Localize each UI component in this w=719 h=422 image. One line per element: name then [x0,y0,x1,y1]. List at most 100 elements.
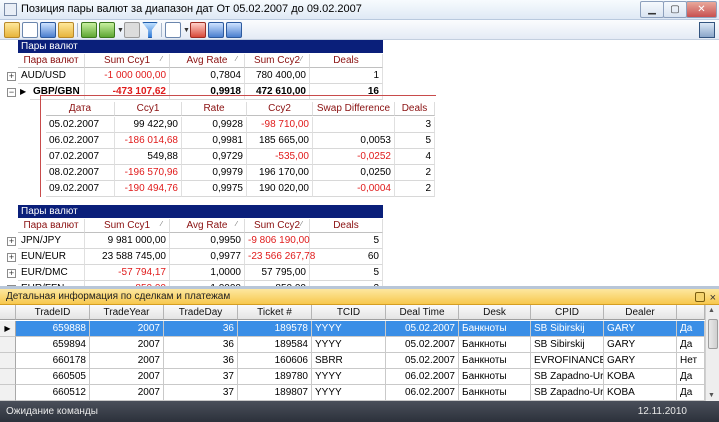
detail-column-header[interactable]: Дата [46,102,115,116]
detail-cell[interactable]: 0,0250 [313,165,395,181]
table-cell[interactable]: 5 [310,265,383,281]
trades-column-header[interactable] [677,305,705,320]
settings-icon[interactable] [226,22,242,38]
trades-cell[interactable]: 2007 [90,321,164,337]
table-cell[interactable]: 1,0000 [170,265,245,281]
open-folder-icon[interactable] [4,22,20,38]
trades-cell[interactable]: 36 [164,321,238,337]
cancel-icon[interactable] [124,22,140,38]
trades-cell[interactable]: 660512 [16,385,90,401]
trades-cell[interactable]: Да [677,369,705,385]
print-icon[interactable] [165,22,181,38]
detail-cell[interactable]: -0,0004 [313,181,395,197]
table-cell[interactable]: 9 981 000,00 [85,233,170,249]
detail-cell[interactable]: 99 422,90 [115,117,182,133]
table-cell[interactable]: EUR/DMC [18,265,85,281]
column-header[interactable]: Avg Rate [170,219,245,233]
table-cell[interactable]: 780 400,00 [245,68,310,84]
trades-cell[interactable]: SB Sibirskij [531,321,604,337]
trades-cell[interactable]: Банкноты [459,353,531,369]
trades-cell[interactable]: Нет [677,353,705,369]
column-header[interactable]: Sum Ccy1 [85,54,170,68]
trades-cell[interactable]: 06.02.2007 [386,385,459,401]
detail-cell[interactable]: 2 [395,165,435,181]
folder-icon[interactable] [58,22,74,38]
trades-cell[interactable]: Банкноты [459,369,531,385]
table-cell[interactable]: 0,7804 [170,68,245,84]
trades-column-header[interactable]: CPID [531,305,604,320]
table-cell[interactable]: GBP/GBN [30,84,85,100]
column-header[interactable]: Sum Ccy1 [85,219,170,233]
export-icon[interactable] [208,22,224,38]
trades-column-header[interactable]: TradeID [16,305,90,320]
detail-column-header[interactable]: Deals [395,102,435,116]
trades-cell[interactable]: GARY [604,353,677,369]
trades-column-header[interactable]: Dealer [604,305,677,320]
detail-cell[interactable]: -186 014,68 [115,133,182,149]
new-document-icon[interactable] [22,22,38,38]
detail-cell[interactable]: 06.02.2007 [46,133,115,149]
row-indicator[interactable] [0,353,16,369]
detail-cell[interactable]: -98 710,00 [247,117,313,133]
row-indicator[interactable]: ▶ [0,321,16,337]
trades-cell[interactable]: EVROFINANCE [531,353,604,369]
trades-cell[interactable]: 05.02.2007 [386,337,459,353]
trades-cell[interactable]: 05.02.2007 [386,321,459,337]
table-cell[interactable]: 0,9950 [170,233,245,249]
detail-cell[interactable]: 0,9981 [182,133,247,149]
trades-cell[interactable]: 37 [164,369,238,385]
detail-cell[interactable]: 2 [395,181,435,197]
trades-column-header[interactable]: TCID [312,305,386,320]
trades-cell[interactable]: 36 [164,337,238,353]
trades-cell[interactable]: 189780 [238,369,312,385]
detail-cell[interactable]: 5 [395,133,435,149]
detail-column-header[interactable]: Rate [182,102,247,116]
detail-cell[interactable] [313,117,395,133]
expand-icon[interactable]: + [7,269,16,278]
row-indicator[interactable] [0,337,16,353]
detail-cell[interactable]: 0,9975 [182,181,247,197]
detail-cell[interactable]: 4 [395,149,435,165]
detail-cell[interactable]: 0,0053 [313,133,395,149]
table-cell[interactable]: 23 588 745,00 [85,249,170,265]
trades-cell[interactable]: YYYY [312,321,386,337]
refresh-range-icon[interactable] [99,22,115,38]
scroll-up-icon[interactable]: ▲ [708,307,715,314]
trades-cell[interactable]: 189807 [238,385,312,401]
table-cell[interactable]: EUN/EUR [18,249,85,265]
table-cell[interactable]: -473 107,62 [85,84,170,100]
detail-cell[interactable]: -190 494,76 [115,181,182,197]
trades-cell[interactable]: 36 [164,353,238,369]
detail-cell[interactable]: 196 170,00 [247,165,313,181]
grid-layout-icon[interactable] [40,22,56,38]
trades-cell[interactable]: 659894 [16,337,90,353]
trades-cell[interactable]: 2007 [90,385,164,401]
detail-column-header[interactable]: Ccy2 [247,102,313,116]
detail-cell[interactable]: 3 [395,117,435,133]
trades-cell[interactable]: GARY [604,337,677,353]
trades-cell[interactable]: 660505 [16,369,90,385]
detail-cell[interactable]: 185 665,00 [247,133,313,149]
trades-cell[interactable]: 2007 [90,369,164,385]
trades-cell[interactable]: KOBA [604,385,677,401]
table-cell[interactable]: 60 [310,249,383,265]
row-indicator[interactable] [0,385,16,401]
detail-cell[interactable]: -196 570,96 [115,165,182,181]
trades-cell[interactable]: YYYY [312,337,386,353]
detail-cell[interactable]: -0,0252 [313,149,395,165]
table-cell[interactable]: -23 566 267,78 [245,249,315,265]
trades-cell[interactable]: 05.02.2007 [386,353,459,369]
trades-cell[interactable]: Да [677,337,705,353]
trades-cell[interactable]: 37 [164,385,238,401]
trades-column-header[interactable]: TradeYear [90,305,164,320]
detail-cell[interactable]: -535,00 [247,149,313,165]
trades-cell[interactable]: 189578 [238,321,312,337]
collapse-icon[interactable]: − [7,88,16,97]
table-cell[interactable]: AUD/USD [18,68,85,84]
trades-cell[interactable]: SBRR [312,353,386,369]
detail-cell[interactable]: 0,9729 [182,149,247,165]
table-cell[interactable]: 0,9918 [170,84,245,100]
trades-column-header[interactable]: Desk [459,305,531,320]
detail-cell[interactable]: 08.02.2007 [46,165,115,181]
detail-cell[interactable]: 09.02.2007 [46,181,115,197]
